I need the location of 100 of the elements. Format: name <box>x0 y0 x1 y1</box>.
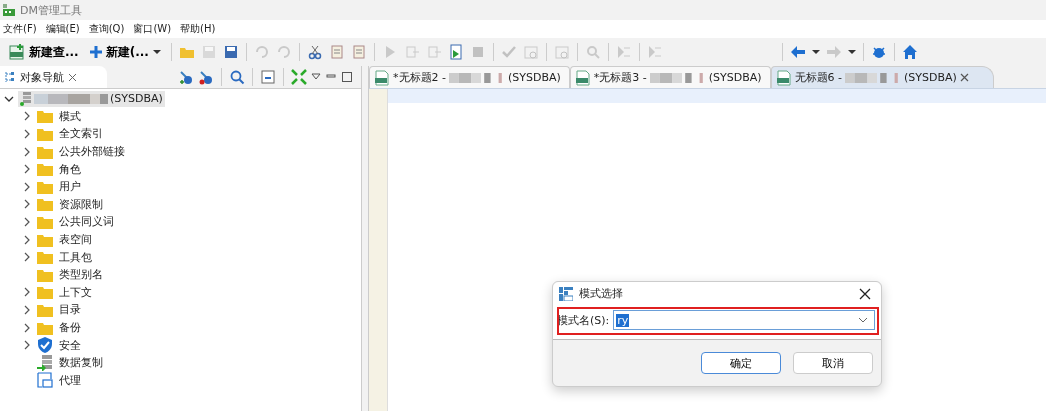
window-title: DM管理工具 <box>20 2 82 18</box>
tree-item[interactable]: 安全 <box>58 337 81 353</box>
redo-icon <box>275 44 292 60</box>
expand-chevron-icon[interactable] <box>22 146 32 157</box>
tree-item[interactable]: 公共同义词 <box>58 214 114 230</box>
plus-icon <box>88 45 103 59</box>
tree-item[interactable]: 类型别名 <box>58 267 103 283</box>
home-icon <box>901 44 918 60</box>
dropdown-caret-icon[interactable] <box>811 49 820 55</box>
expand-chevron-icon[interactable] <box>22 322 32 333</box>
tree-item[interactable]: 用户 <box>58 179 81 195</box>
folder-icon <box>37 285 53 300</box>
folder-icon <box>37 144 53 159</box>
save-all-icon <box>222 44 239 60</box>
sql-file-icon <box>775 69 792 86</box>
folder-icon <box>37 109 53 124</box>
expand-chevron-icon[interactable] <box>22 340 32 351</box>
connect-icon[interactable] <box>178 69 194 85</box>
tree-item[interactable]: 工具包 <box>58 249 92 265</box>
menu-item[interactable]: 文件(F) <box>0 22 43 36</box>
tree-item[interactable]: 角色 <box>58 161 81 177</box>
tree-item[interactable]: 代理 <box>58 372 81 388</box>
folder-icon <box>37 267 53 282</box>
folder-icon <box>37 214 53 229</box>
tree-icon <box>4 71 16 83</box>
run-script-icon <box>447 44 464 60</box>
expand-chevron-icon[interactable] <box>22 129 32 139</box>
expand-chevron-icon[interactable] <box>22 216 32 227</box>
folder-icon <box>37 179 53 194</box>
folder-icon <box>37 320 53 335</box>
tree-item[interactable]: 全文索引 <box>58 126 103 142</box>
search-icon <box>584 44 601 60</box>
tree-item[interactable]: 模式 <box>58 108 81 124</box>
copy-icon <box>328 44 345 60</box>
folder-icon <box>37 162 53 177</box>
tree-item[interactable]: 表空间 <box>58 232 92 248</box>
tree-item[interactable]: 数据复制 <box>58 355 103 371</box>
grid-icon <box>559 286 573 301</box>
expand-chevron-icon[interactable] <box>22 304 32 315</box>
menu-item[interactable]: 窗口(W) <box>130 22 178 36</box>
connection-node[interactable]: (SYSDBA) <box>18 90 165 107</box>
sql-file-icon <box>374 69 390 86</box>
editor-tab[interactable]: *无标题2 - (SYSDBA) <box>369 66 570 88</box>
menu-item[interactable]: 查询(Q) <box>85 22 131 36</box>
close-icon[interactable] <box>959 73 969 82</box>
menu-item[interactable]: 帮助(H) <box>177 22 222 36</box>
new-query-button[interactable]: 新建查... <box>4 41 83 63</box>
expand-chevron-icon[interactable] <box>22 111 32 122</box>
folder-icon <box>37 302 53 317</box>
sql-file-icon <box>574 69 591 86</box>
tree-item[interactable]: 公共外部链接 <box>58 144 125 160</box>
redacted-text <box>649 72 706 83</box>
window-icon <box>37 372 53 389</box>
dialog-button[interactable]: 取消 <box>793 352 873 374</box>
save-icon <box>200 44 217 60</box>
dialog-title: 模式选择 <box>579 286 623 301</box>
undo-icon <box>253 44 270 60</box>
bug-icon <box>870 44 887 60</box>
dialog-button[interactable]: 确定 <box>701 352 781 374</box>
view-menu-icon[interactable] <box>311 73 321 81</box>
tree-item[interactable]: 上下文 <box>58 284 92 300</box>
tree-item[interactable]: 目录 <box>58 302 81 318</box>
collapse-all-icon[interactable] <box>260 69 276 85</box>
step-over-icon <box>425 44 442 60</box>
shield-icon <box>37 337 53 354</box>
sql-file-icon <box>8 44 26 60</box>
folder-icon <box>37 232 53 247</box>
folder-icon <box>37 250 53 265</box>
maximize-icon[interactable] <box>341 71 353 83</box>
check-icon <box>500 44 517 60</box>
dropdown-caret-icon[interactable] <box>847 49 856 55</box>
expand-icon[interactable] <box>291 69 307 85</box>
back-arrow-icon <box>789 44 806 60</box>
expand-chevron-icon[interactable] <box>22 164 32 175</box>
database-icon <box>20 91 32 106</box>
expand-chevron-icon[interactable] <box>22 234 32 245</box>
cut-icon <box>306 44 323 60</box>
folder-icon <box>37 127 53 141</box>
server-arrow-icon <box>37 354 53 371</box>
paste-icon <box>350 44 367 60</box>
schema-combo-box[interactable]: ry <box>613 310 875 330</box>
expand-chevron-icon[interactable] <box>22 181 32 192</box>
folder-icon <box>37 197 53 212</box>
menu-item[interactable]: 编辑(E) <box>42 22 86 36</box>
tree-item[interactable]: 资源限制 <box>58 196 103 212</box>
chevron-down-icon[interactable] <box>858 317 868 323</box>
expand-chevron-icon[interactable] <box>22 287 32 298</box>
editor-tab[interactable]: *无标题3 - (SYSDBA) <box>569 66 771 88</box>
search-icon[interactable] <box>229 69 245 85</box>
step-icon <box>403 44 420 60</box>
editor-tab[interactable]: 无标题6 - (SYSDBA) <box>770 66 994 88</box>
app-logo-icon <box>2 3 16 17</box>
close-icon[interactable] <box>859 287 871 300</box>
navigator-tab[interactable]: 对象导航 <box>0 66 107 88</box>
forward-arrow-icon <box>825 44 842 60</box>
expand-chevron-icon[interactable] <box>22 199 32 210</box>
disconnect-icon[interactable] <box>198 69 214 85</box>
new-button[interactable]: 新建(... <box>84 41 166 63</box>
expand-chevron-icon[interactable] <box>22 252 32 263</box>
tree-item[interactable]: 备份 <box>58 320 81 335</box>
